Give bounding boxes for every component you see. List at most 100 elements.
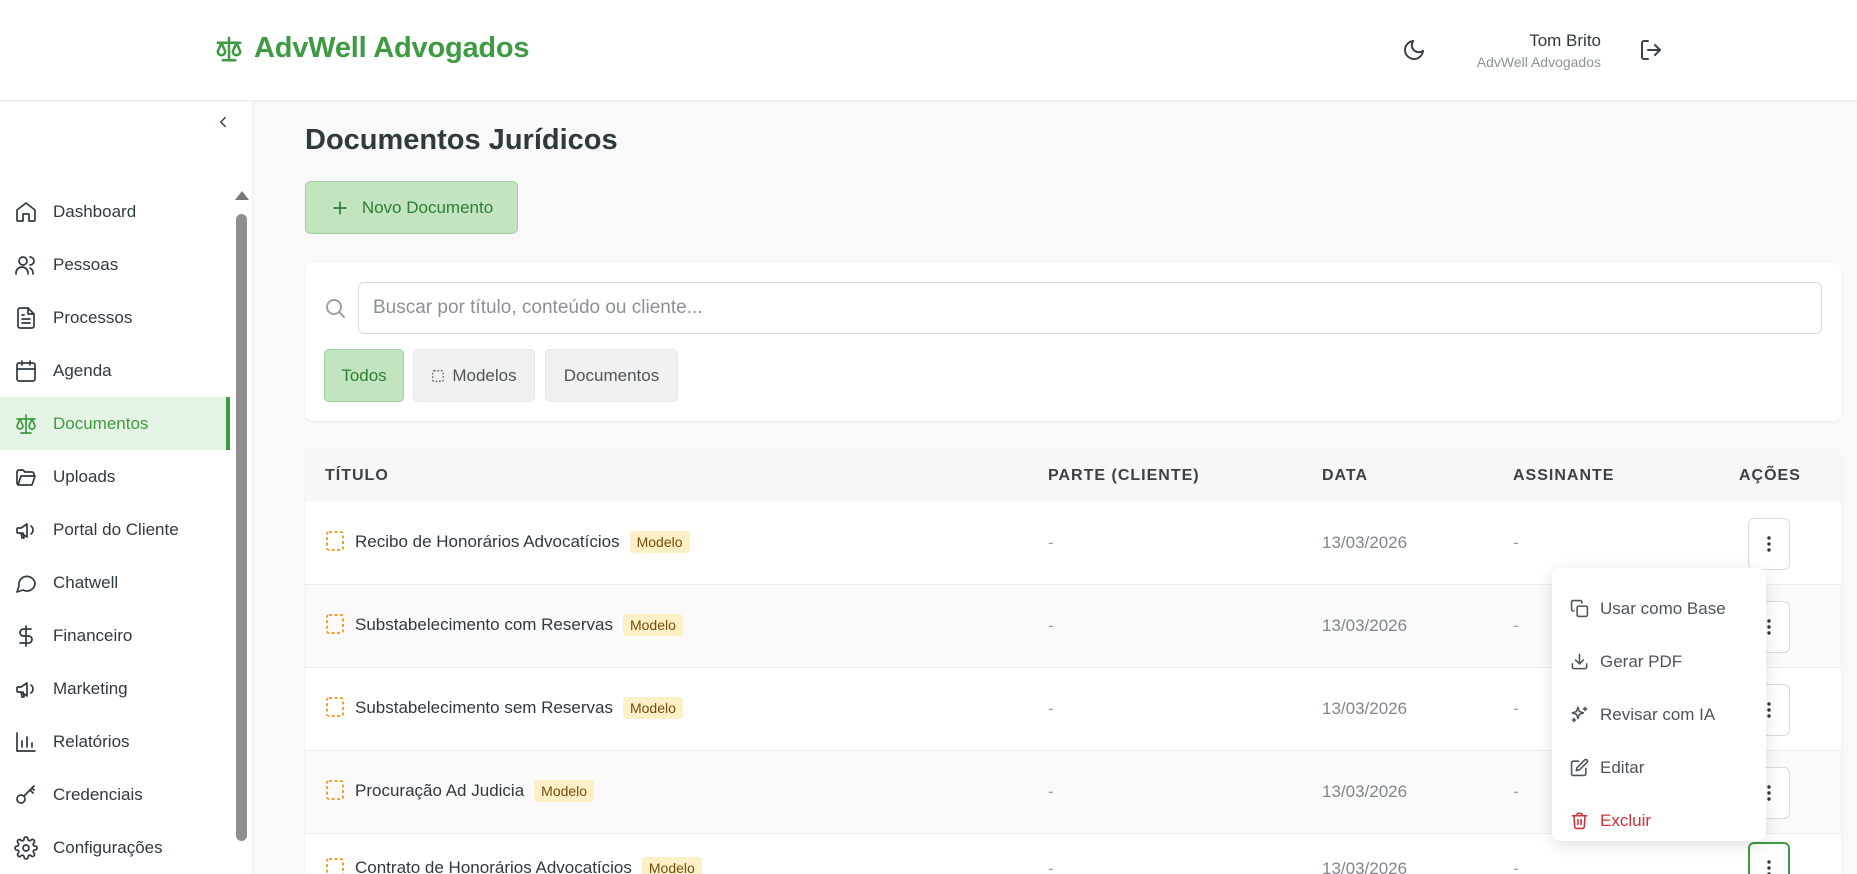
menu-edit[interactable]: Editar [1552,741,1766,794]
sidebar-item-portal-do-cliente[interactable]: Portal do Cliente [0,503,230,556]
sidebar-item-processos[interactable]: Processos [0,291,230,344]
template-icon [325,696,345,723]
row-party: - [1048,616,1054,635]
user-name: Tom Brito [1529,31,1601,50]
more-vertical-icon [1767,536,1771,552]
bar-chart-icon [16,731,36,752]
sidebar-item-label: Credenciais [53,784,143,804]
more-vertical-icon [1767,619,1771,635]
row-party: - [1048,782,1054,801]
sidebar-scrollbar[interactable] [235,191,249,874]
sidebar-item-configuracoes[interactable]: Configurações [0,821,230,874]
megaphone-icon [16,681,34,698]
row-title: Contrato de Honorários Advocatícios [355,858,632,874]
top-bar: AdvWell Advogados Tom Brito AdvWell Advo… [0,0,1857,101]
sidebar-item-label: Uploads [53,466,116,486]
sidebar-item-label: Marketing [53,678,128,698]
filter-documents-label: Documentos [563,365,660,385]
scale-icon [216,36,242,61]
template-badge: Modelo [641,857,702,874]
header-date: DATA [1322,467,1369,484]
sidebar-item-relatorios[interactable]: Relatórios [0,715,230,768]
row-title-cell: Substabelecimento com Reservas Modelo [355,614,683,636]
row-signer: - [1513,699,1519,718]
template-icon [325,530,345,557]
row-title: Recibo de Honorários Advocatícios [355,532,620,551]
user-org: AdvWell Advogados [1476,54,1601,70]
moon-icon [1404,40,1424,60]
row-date: 13/03/2026 [1322,782,1408,801]
folder-open-icon [16,468,36,486]
sidebar-item-chatwell[interactable]: Chatwell [0,556,230,609]
row-party: - [1048,533,1054,552]
sidebar-item-financeiro[interactable]: Financeiro [0,609,230,662]
sidebar-item-documentos[interactable]: Documentos [0,397,230,450]
scroll-thumb[interactable] [236,214,247,841]
more-vertical-icon [1767,702,1771,718]
theme-toggle-button[interactable] [1400,36,1428,64]
home-icon [16,201,36,222]
sidebar-item-label: Processos [53,307,133,327]
sidebar: Dashboard Pessoas Processos Agenda Docum… [0,101,253,874]
row-signer: - [1513,616,1519,635]
user-info: Tom Brito AdvWell Advogados [1477,31,1601,70]
new-document-label: Novo Documento [361,197,494,217]
menu-item-label: Revisar com IA [1600,704,1716,724]
menu-generate-pdf[interactable]: Gerar PDF [1552,635,1766,688]
sidebar-item-label: Portal do Cliente [53,519,179,539]
row-date: 13/03/2026 [1322,533,1408,552]
row-title: Procuração Ad Judicia [355,781,525,800]
collapse-sidebar-button[interactable] [212,111,234,133]
row-title: Substabelecimento sem Reservas [355,698,613,717]
sidebar-item-dashboard[interactable]: Dashboard [0,185,230,238]
sidebar-item-label: Chatwell [53,572,119,592]
row-title-cell: Contrato de Honorários Advocatícios Model… [355,857,702,874]
brand[interactable]: AdvWell Advogados [214,32,530,65]
download-icon [1571,653,1588,670]
sidebar-item-credenciais[interactable]: Credenciais [0,768,230,821]
filter-models-button[interactable]: Modelos [413,349,535,402]
template-badge: Modelo [629,531,690,553]
menu-item-label: Editar [1600,757,1645,777]
key-icon [16,784,35,804]
menu-delete[interactable]: Excluir [1552,794,1766,847]
filter-documents-button[interactable]: Documentos [545,349,678,402]
template-badge: Modelo [622,697,683,719]
menu-review-ai[interactable]: Revisar com IA [1552,688,1766,741]
new-document-button[interactable]: Novo Documento [305,181,518,234]
page-title: Documentos Jurídicos [305,124,618,156]
sidebar-item-pessoas[interactable]: Pessoas [0,238,230,291]
row-date: 13/03/2026 [1322,699,1408,718]
row-actions-button[interactable] [1748,518,1790,570]
trash-icon [1571,812,1588,830]
megaphone-icon [16,522,34,539]
sidebar-item-marketing[interactable]: Marketing [0,662,230,715]
scale-icon [16,413,36,434]
sidebar-item-agenda[interactable]: Agenda [0,344,230,397]
menu-item-label: Usar como Base [1600,598,1726,618]
edit-icon [1570,758,1589,777]
calendar-icon [16,359,36,382]
dollar-icon [19,624,33,647]
more-vertical-icon [1767,860,1771,874]
menu-item-label: Gerar PDF [1600,651,1683,671]
row-title: Substabelecimento com Reservas [355,615,613,634]
filter-all-button[interactable]: Todos [324,349,404,402]
row-signer: - [1513,782,1519,801]
sidebar-nav: Dashboard Pessoas Processos Agenda Docum… [0,185,230,874]
header-party: PARTE (CLIENTE) [1048,467,1200,484]
template-badge: Modelo [534,780,595,802]
row-date: 13/03/2026 [1322,616,1408,635]
filter-models-label: Modelos [452,365,517,385]
sidebar-item-uploads[interactable]: Uploads [0,450,230,503]
sidebar-item-label: Configurações [53,837,163,857]
row-actions-menu: Usar como Base Gerar PDF Revisar com IA … [1552,568,1766,841]
sparkles-icon [1571,706,1588,723]
logout-icon [1641,40,1661,60]
row-title-cell: Recibo de Honorários Advocatícios Modelo [355,531,690,553]
search-input[interactable] [358,282,1822,334]
logout-button[interactable] [1637,36,1665,64]
menu-use-as-base[interactable]: Usar como Base [1552,582,1766,635]
filter-all-label: Todos [341,365,387,385]
scroll-up-arrow[interactable] [235,191,249,200]
